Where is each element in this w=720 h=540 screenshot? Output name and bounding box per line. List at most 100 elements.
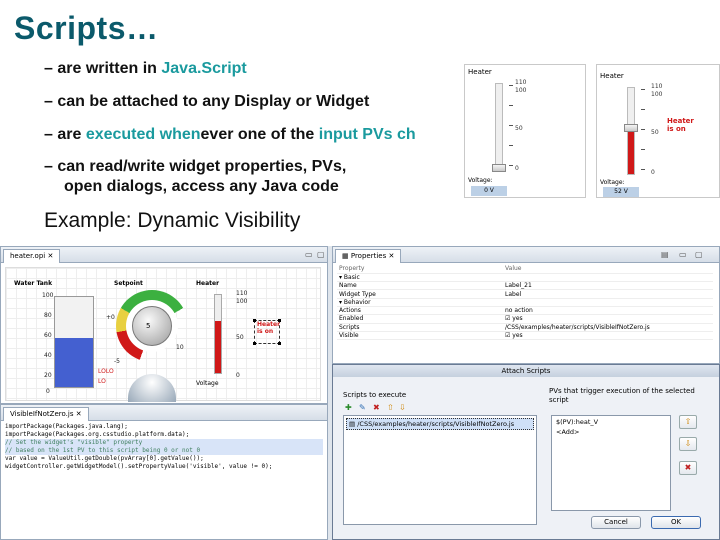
ok-button[interactable]: OK xyxy=(651,516,701,529)
heater-slider-track[interactable] xyxy=(624,87,638,175)
code-line: importPackage(Packages.org.csstudio.plat… xyxy=(5,431,190,438)
display-canvas[interactable]: Water Tank 100 80 60 40 20 0 LOLO LO Set… xyxy=(5,267,321,402)
bullet-4: – can read/write widget properties, PVs, xyxy=(44,158,346,176)
bullet-3: – are executed whenever one of the input… xyxy=(44,126,464,144)
table-row[interactable]: ▾ Basic xyxy=(337,273,713,283)
property-value: Label_21 xyxy=(503,281,713,291)
heater-tank[interactable] xyxy=(214,294,222,374)
bullet-3-highlight: executed when xyxy=(85,126,201,143)
table-row[interactable]: Name Label_21 xyxy=(337,281,713,291)
property-value: /CSS/examples/heater/scripts/VisibleIfNo… xyxy=(503,323,713,332)
setpoint-knob[interactable]: 5 xyxy=(116,290,188,362)
table-row[interactable]: ▾ Behavior xyxy=(337,298,713,308)
tank-tick: 80 xyxy=(44,312,52,319)
pvs-list[interactable]: $(PV):heat_V <Add> xyxy=(551,415,671,511)
tick-mark xyxy=(641,169,645,170)
remove-icon[interactable]: ✖ xyxy=(373,403,380,412)
column-header-value[interactable]: Value xyxy=(503,265,713,274)
resize-handle[interactable] xyxy=(253,319,256,322)
table-row[interactable]: Actions no action xyxy=(337,306,713,316)
bullet-4-cont-text: open dialogs, access any Java code xyxy=(64,178,339,195)
property-name: ▾ Behavior xyxy=(337,298,503,308)
tank-tick: 0 xyxy=(46,388,50,395)
maximize-icon[interactable]: ▢ xyxy=(695,250,703,259)
bullet-1-highlight: Java.Script xyxy=(161,60,247,77)
pv-move-up-button[interactable]: ⇧ xyxy=(679,415,697,429)
scripts-group-title: Scripts to execute xyxy=(343,391,407,399)
tick-mark xyxy=(641,109,645,110)
tank-tick: 20 xyxy=(44,372,52,379)
close-icon[interactable]: ✕ xyxy=(47,252,53,260)
properties-tabbar: ▦ Properties ✕ ▤ ▭ ▢ xyxy=(333,247,719,263)
script-editor-pane: VisibleIfNotZero.js ✕ importPackage(Pack… xyxy=(0,404,328,540)
display-editor-pane: heater.opi ✕ ▭ ▢ Water Tank 100 80 60 40… xyxy=(0,246,328,404)
scripts-list[interactable]: ▤ /CSS/examples/heater/scripts/VisibleIf… xyxy=(343,415,537,525)
tick-label: 100 xyxy=(515,87,527,94)
tick-mark xyxy=(509,145,513,146)
tick-label: 110 xyxy=(515,79,527,86)
voltage-label: Voltage: xyxy=(600,179,625,186)
code-line: importPackage(Packages.java.lang); xyxy=(5,423,128,430)
bulb-image xyxy=(128,374,176,402)
move-up-icon[interactable]: ⇧ xyxy=(387,403,394,412)
close-icon[interactable]: ✕ xyxy=(388,252,394,260)
column-header-property[interactable]: Property xyxy=(337,265,503,274)
add-icon[interactable]: ✚ xyxy=(345,403,352,412)
dialog-title: Attach Scripts xyxy=(333,365,719,377)
maximize-icon[interactable]: ▢ xyxy=(317,250,325,259)
tick-label: 100 xyxy=(651,91,663,98)
close-icon[interactable]: ✕ xyxy=(76,410,82,418)
heater-widget-off: Heater 110 100 50 0 Voltage: 0 V xyxy=(464,64,586,198)
heater-slider-knob[interactable] xyxy=(624,124,638,132)
list-item[interactable]: $(PV):heat_V xyxy=(552,416,670,428)
edit-icon[interactable]: ✎ xyxy=(359,403,366,412)
table-row[interactable]: Widget Type Label xyxy=(337,289,713,299)
tab-script[interactable]: VisibleIfNotZero.js ✕ xyxy=(3,407,89,421)
minimize-icon[interactable]: ▭ xyxy=(305,250,313,259)
code-line: widgetController.getWidgetModel().setPro… xyxy=(5,463,273,470)
tick-mark xyxy=(509,125,513,126)
properties-table: Property Value ▾ Basic Name Label_21 Widge… xyxy=(337,265,713,341)
heater-status-label: Heater is on xyxy=(667,117,694,133)
property-name: Visible xyxy=(337,331,503,341)
pvs-group-title: PVs that trigger execution of the select… xyxy=(549,387,695,404)
setpoint-tick: 10 xyxy=(176,344,184,351)
move-down-icon[interactable]: ⇩ xyxy=(399,403,406,412)
heater-slider-knob[interactable] xyxy=(492,164,506,172)
bullet-1-text: – are written in xyxy=(44,60,162,77)
heater-tick: 100 xyxy=(236,298,248,305)
tab-properties[interactable]: ▦ Properties ✕ xyxy=(335,249,402,263)
code-line: var value = ValueUtil.getDouble(pvArray[… xyxy=(5,455,204,462)
heater-slider-track[interactable] xyxy=(492,83,506,172)
water-tank[interactable] xyxy=(54,296,94,388)
script-code[interactable]: importPackage(Packages.java.lang); impor… xyxy=(5,423,323,471)
pv-move-down-button[interactable]: ⇩ xyxy=(679,437,697,451)
table-row[interactable]: Scripts/CSS/examples/heater/scripts/Visi… xyxy=(337,323,713,332)
water-tank-label: Water Tank xyxy=(14,280,53,287)
resize-handle[interactable] xyxy=(253,342,256,345)
property-value: no action xyxy=(503,306,713,316)
tick-mark xyxy=(509,105,513,106)
tick-label: 0 xyxy=(651,169,655,176)
cancel-button[interactable]: Cancel xyxy=(591,516,641,529)
heater-level-fill xyxy=(215,321,221,373)
tank-marker-lolo: LOLO xyxy=(98,368,114,375)
pv-remove-button[interactable]: ✖ xyxy=(679,461,697,475)
script-file-icon: ▤ xyxy=(349,420,356,428)
voltage-value: 0 V xyxy=(471,186,507,196)
list-item[interactable]: ▤ /CSS/examples/heater/scripts/VisibleIf… xyxy=(346,418,534,430)
properties-pane: ▦ Properties ✕ ▤ ▭ ▢ Property Value ▾ Bas… xyxy=(332,246,720,364)
table-row[interactable]: Visible ☑ yes xyxy=(337,331,713,341)
tank-tick: 60 xyxy=(44,332,52,339)
table-row[interactable]: Enabled ☑ yes xyxy=(337,314,713,324)
tick-label: 50 xyxy=(651,129,659,136)
tab-heater-opi[interactable]: heater.opi ✕ xyxy=(3,249,61,263)
list-item[interactable]: <Add> xyxy=(552,428,670,436)
slide-title: Scripts… xyxy=(14,10,159,46)
tab-label: VisibleIfNotZero.js xyxy=(10,410,74,418)
resize-handle[interactable] xyxy=(278,342,281,345)
tick-label: 0 xyxy=(515,165,519,172)
minimize-icon[interactable]: ▭ xyxy=(679,250,687,259)
property-value xyxy=(503,273,713,283)
view-menu-icon[interactable]: ▤ xyxy=(661,250,669,259)
